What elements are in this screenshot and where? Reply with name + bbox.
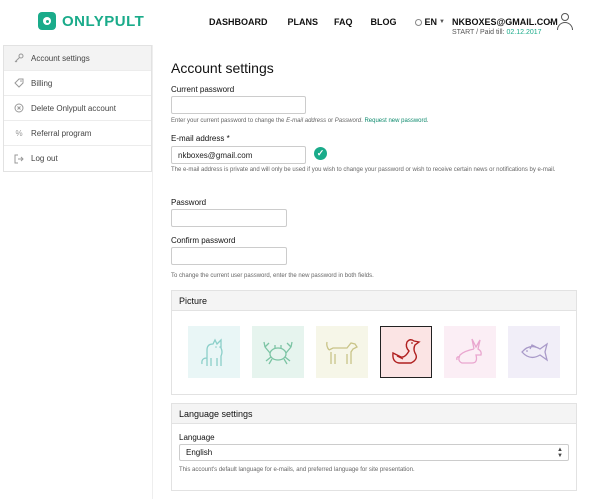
brand-name: ONLYPULT (62, 12, 145, 30)
confirm-password-label: Confirm password (171, 236, 236, 245)
language-switcher[interactable]: EN ▼ (414, 17, 445, 27)
globe-icon (414, 18, 422, 26)
key-icon (14, 53, 24, 63)
hint-text: or (326, 118, 335, 124)
chevron-down-icon: ▼ (439, 19, 445, 25)
logout-icon (14, 154, 24, 164)
picture-option-fish[interactable] (508, 326, 560, 378)
picture-panel-title: Picture (172, 291, 576, 311)
email-label: E-mail address * (171, 134, 230, 143)
language-hint: This account's default language for e-ma… (179, 467, 415, 473)
crab-icon (263, 341, 293, 365)
picture-option-duck[interactable] (380, 326, 432, 378)
confirm-password-input[interactable] (171, 247, 287, 265)
nav-dashboard[interactable]: DASHBOARD (209, 17, 268, 27)
header: ONLYPULT DASHBOARD PLANS FAQ BLOG EN ▼ N… (0, 0, 600, 44)
sidebar-item-label: Referral program (31, 128, 92, 138)
language-code: EN (424, 17, 438, 27)
language-select-value: English (186, 448, 213, 457)
sidebar-item-delete-account[interactable]: Delete Onlypult account (4, 96, 151, 121)
sidebar-item-billing[interactable]: Billing (4, 71, 151, 96)
fish-icon (521, 342, 549, 362)
main-nav: DASHBOARD PLANS FAQ BLOG EN ▼ (209, 17, 445, 27)
email-hint: The e-mail address is private and will o… (171, 167, 556, 173)
hint-text-password: Password (334, 118, 362, 124)
current-password-label: Current password (171, 85, 235, 94)
request-new-password-link[interactable]: Request new password (364, 118, 426, 124)
percent-icon: % (15, 128, 23, 138)
duck-icon (392, 339, 421, 364)
nav-plans[interactable]: PLANS (288, 17, 319, 27)
current-password-input[interactable] (171, 96, 306, 114)
language-label: Language (179, 433, 215, 442)
rabbit-icon (456, 338, 482, 364)
cat-icon (201, 338, 223, 366)
nav-faq[interactable]: FAQ (334, 17, 353, 27)
hint-text: . (426, 118, 429, 124)
picture-option-rabbit[interactable] (444, 326, 496, 378)
paid-till-date: 02.12.2017 (506, 29, 542, 36)
tag-icon (14, 78, 24, 88)
avatar-picture-options (188, 326, 572, 378)
current-password-hint: Enter your current password to change th… (171, 117, 591, 126)
onlypult-logo-icon (38, 12, 56, 30)
sidebar-item-account-settings[interactable]: Account settings (4, 46, 151, 71)
sidebar-item-referral[interactable]: % Referral program (4, 121, 151, 146)
confirm-password-hint: To change the current user password, ent… (171, 273, 374, 279)
language-select[interactable]: English ▲ ▼ (179, 444, 569, 461)
page-title: Account settings (171, 60, 274, 76)
password-label: Password (171, 198, 207, 207)
select-updown-icon: ▲ ▼ (557, 447, 563, 459)
dog-icon (326, 341, 358, 364)
hint-text: Enter your current password to change th… (171, 118, 287, 124)
language-settings-panel: Language settings Language English ▲ ▼ Th… (171, 403, 577, 491)
close-circle-icon (14, 103, 24, 113)
plan-status: START / Paid till: 02.12.2017 (452, 29, 542, 36)
main-content: Account settings Current password Enter … (152, 45, 600, 499)
sidebar-item-label: Billing (31, 78, 53, 88)
logo[interactable]: ONLYPULT (38, 12, 144, 30)
picture-option-cat[interactable] (188, 326, 240, 378)
picture-option-crab[interactable] (252, 326, 304, 378)
hint-text-email: E-mail address (286, 118, 327, 124)
picture-panel: Picture (171, 290, 577, 395)
user-menu-chevron-icon[interactable]: ⌄ (546, 15, 554, 26)
user-email[interactable]: NKBOXES@GMAIL.COM (452, 17, 558, 27)
sidebar: Account settings Billing Delete Onlypult… (3, 45, 152, 172)
sidebar-item-logout[interactable]: Log out (4, 146, 151, 171)
check-icon: ✓ (314, 147, 327, 160)
user-avatar-icon[interactable] (557, 13, 573, 30)
password-input[interactable] (171, 209, 287, 227)
picture-option-dog[interactable] (316, 326, 368, 378)
nav-blog[interactable]: BLOG (371, 17, 397, 27)
language-settings-title: Language settings (172, 404, 576, 424)
sidebar-item-label: Account settings (31, 53, 90, 63)
sidebar-item-label: Log out (31, 154, 58, 163)
sidebar-item-label: Delete Onlypult account (31, 103, 116, 113)
plan-status-text: START / Paid till: (452, 29, 505, 36)
email-field[interactable]: nkboxes@gmail.com (171, 146, 306, 164)
